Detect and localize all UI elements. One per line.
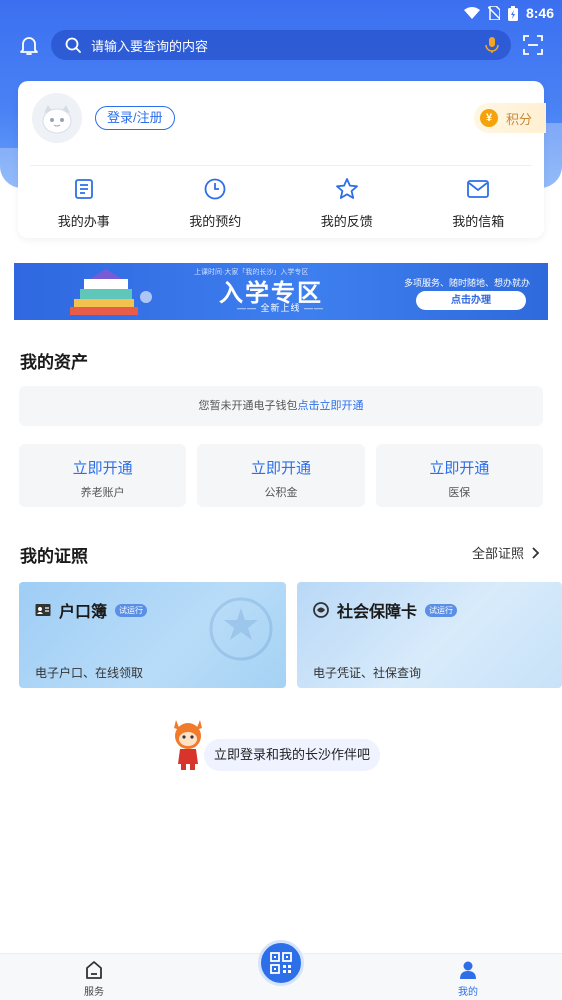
divider [30,165,532,166]
certificate-card-household[interactable]: 户口簿 试运行 电子户口、在线领取 [19,582,286,688]
asset-action: 立即开通 [250,460,311,477]
battery-icon [507,5,518,21]
points-label: 积分 [506,111,533,127]
tab-label: 服务 [84,987,104,998]
banner-cta-button[interactable]: 点击办理 [416,291,526,310]
search-placeholder: 请输入要查询的内容 [91,38,209,54]
robot-avatar-icon [32,93,82,143]
quick-action-label: 我的信箱 [452,214,505,229]
search-icon [65,37,81,53]
quick-action-my-affairs[interactable]: 我的办事 [18,177,150,231]
enrollment-banner[interactable]: 上课时间·大家「我的长沙」入学专区 入学专区 —— 全新上线 —— 多项服务、随… [14,263,548,320]
id-card-icon [35,604,51,616]
search-input[interactable]: 请输入要查询的内容 [51,30,511,60]
certificate-name: 社会保障卡 试运行 [313,598,458,622]
scan-icon[interactable] [523,35,543,55]
all-certificates-link[interactable]: 全部证照 [472,543,540,562]
avatar[interactable] [32,93,82,143]
asset-card-housing-fund[interactable]: 立即开通 公积金 [197,444,365,507]
mascot-icon [174,720,202,770]
asset-cards: 立即开通 养老账户 立即开通 公积金 立即开通 医保 [19,444,543,507]
clock-icon [204,178,226,200]
quick-action-label: 我的预约 [189,214,242,229]
quick-actions: 我的办事 我的预约 我的反馈 我的信箱 [18,177,544,231]
all-certificates-label: 全部证照 [471,546,524,561]
login-register-button[interactable]: 登录/注册 [95,106,175,130]
asset-label: 公积金 [264,487,298,499]
wallet-open-link[interactable]: 点击立即开通 [298,400,364,412]
asset-card-pension[interactable]: 立即开通 养老账户 [19,444,187,507]
asset-label: 养老账户 [80,487,125,499]
asset-action: 立即开通 [72,460,133,477]
no-sim-icon [487,6,500,20]
person-icon [460,961,476,979]
qr-code-icon [270,952,292,974]
section-title-assets: 我的资产 [20,353,88,372]
wifi-icon [463,7,480,19]
points-badge[interactable]: ¥ 积分 [474,103,546,133]
trial-badge: 试运行 [425,603,458,617]
certificate-desc: 电子凭证、社保查询 [313,666,422,680]
asset-card-medical-insurance[interactable]: 立即开通 医保 [375,444,543,507]
home-icon [86,961,102,979]
quick-action-my-feedback[interactable]: 我的反馈 [281,177,413,231]
profile-card: 登录/注册 ¥ 积分 我的办事 我的预约 我的反馈 我的信箱 [18,81,546,238]
tab-service[interactable]: 服务 [64,960,124,998]
star-icon [335,178,358,199]
yen-coin-icon: ¥ [480,109,498,127]
qr-code-button[interactable] [258,940,304,986]
quick-action-label: 我的反馈 [320,214,373,229]
certificate-card-social-security[interactable]: 社会保障卡 试运行 电子凭证、社保查询 [297,582,562,688]
banner-right-text: 多项服务、随时随地、想办就办 [404,278,531,288]
section-title-certificates: 我的证照 [20,547,88,566]
clock-time: 8:46 [525,5,554,21]
quick-action-my-mailbox[interactable]: 我的信箱 [413,177,545,231]
banner-subtitle: —— 全新上线 —— [237,303,325,313]
search-row: 请输入要查询的内容 [0,30,562,62]
chevron-right-icon [532,546,540,559]
tab-mine[interactable]: 我的 [438,960,498,998]
microphone-icon[interactable] [485,37,499,53]
wallet-notice: 您暂未开通电子钱包点击立即开通 [19,386,543,426]
national-emblem-watermark-icon [209,597,273,661]
certificate-desc: 电子户口、在线领取 [35,666,144,680]
status-bar: 8:46 [0,0,562,26]
document-icon [74,179,93,199]
wallet-text: 您暂未开通电子钱包 [198,400,298,412]
trial-badge: 试运行 [115,603,148,617]
quick-action-my-appointments[interactable]: 我的预约 [150,177,282,231]
books-illustration-icon [70,269,152,315]
bell-icon[interactable] [18,34,40,56]
tab-label: 我的 [458,987,478,998]
certificate-title: 户口簿 [59,604,108,621]
promo-bubble: 立即登录和我的长沙作伴吧 [204,739,381,771]
certificate-name: 户口簿 试运行 [35,598,148,622]
social-security-icon [313,602,329,618]
asset-action: 立即开通 [429,460,490,477]
login-promo[interactable]: 立即登录和我的长沙作伴吧 [168,714,381,774]
quick-action-label: 我的办事 [57,214,110,229]
asset-label: 医保 [448,487,471,499]
mail-icon [467,180,490,198]
certificate-title: 社会保障卡 [337,604,418,621]
